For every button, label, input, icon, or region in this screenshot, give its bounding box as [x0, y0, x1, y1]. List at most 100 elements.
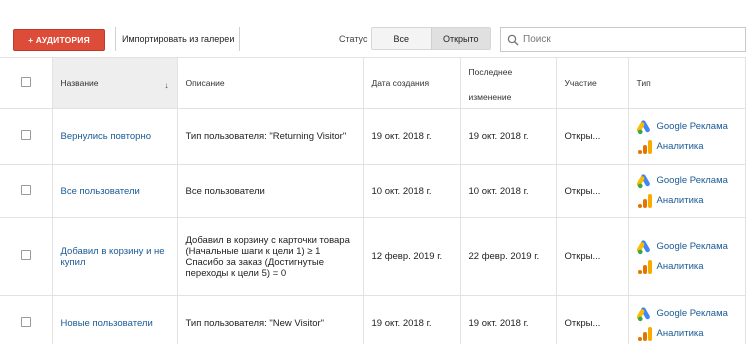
cell-modified: 19 окт. 2018 г.	[460, 108, 557, 165]
row-checkbox[interactable]	[20, 184, 31, 195]
modified-date: 22 февр. 2019 г.	[468, 251, 540, 262]
type-analytics[interactable]: Аналитика	[637, 193, 745, 209]
created-date: 10 окт. 2018 г.	[371, 185, 432, 197]
column-header-name[interactable]: Название ↓	[52, 57, 178, 109]
audience-name-link[interactable]: Добавил в корзину и не купил	[61, 246, 177, 268]
cell-description: Все пользователи	[177, 164, 364, 218]
type-list: Google Реклама Аналитика	[636, 239, 745, 275]
type-list: Google Реклама Аналитика	[636, 173, 745, 209]
analytics-icon	[637, 326, 652, 341]
audience-name-link[interactable]: Вернулись повторно	[61, 131, 177, 142]
sort-down-icon: ↓	[164, 81, 169, 90]
table-row: Вернулись повторно Тип пользователя: "Ret…	[0, 108, 746, 165]
select-all-checkbox[interactable]	[20, 77, 31, 87]
cell-description: Тип пользователя: "Returning Visitor"	[177, 108, 364, 165]
table-row: Новые пользователи Тип пользователя: "New…	[0, 295, 746, 344]
participation-status: Откры...	[564, 318, 601, 329]
cell-type: Google Реклама Аналитика	[628, 108, 746, 165]
cell-participation: Откры...	[556, 108, 629, 165]
audience-description: Тип пользователя: "Returning Visitor"	[185, 131, 347, 142]
type-google-ads[interactable]: Google Реклама	[636, 173, 745, 189]
cell-type: Google Реклама Аналитика	[628, 295, 746, 344]
analytics-icon	[637, 259, 652, 274]
type-google-ads[interactable]: Google Реклама	[636, 306, 745, 322]
row-select-cell	[0, 164, 53, 218]
row-select-cell	[0, 108, 53, 165]
modified-date: 19 окт. 2018 г.	[468, 131, 529, 142]
row-checkbox[interactable]	[20, 317, 31, 327]
type-google-ads[interactable]: Google Реклама	[636, 239, 745, 255]
cell-modified: 10 окт. 2018 г.	[460, 164, 557, 218]
audience-description: Все пользователи	[185, 185, 265, 197]
type-analytics[interactable]: Аналитика	[637, 326, 745, 342]
cell-created: 12 февр. 2019 г.	[363, 217, 461, 296]
type-list: Google Реклама Аналитика	[636, 306, 745, 342]
toolbar-divider	[115, 27, 116, 51]
cell-modified: 19 окт. 2018 г.	[460, 295, 557, 344]
created-date: 19 окт. 2018 г.	[371, 131, 432, 142]
modified-date: 10 окт. 2018 г.	[468, 185, 529, 197]
cell-description: Тип пользователя: "New Visitor"	[177, 295, 364, 344]
table-row: Добавил в корзину и не купил Добавил в ко…	[0, 217, 746, 296]
type-google-ads[interactable]: Google Реклама	[636, 119, 745, 135]
google-ads-icon	[636, 174, 650, 189]
toolbar-divider	[239, 27, 240, 51]
status-option-open[interactable]: Открыто	[430, 28, 490, 49]
select-all-cell	[0, 57, 53, 109]
type-list: Google Реклама Аналитика	[636, 119, 745, 155]
participation-status: Откры...	[564, 251, 601, 262]
google-ads-icon	[636, 306, 650, 321]
audience-name-link[interactable]: Все пользователи	[61, 186, 177, 197]
column-header-created-label: Дата создания	[371, 78, 430, 88]
type-label-analytics: Аналитика	[656, 327, 704, 339]
type-label-ads: Google Реклама	[656, 120, 728, 132]
audience-name-link[interactable]: Новые пользователи	[61, 318, 177, 329]
column-header-participation[interactable]: Участие	[556, 57, 629, 109]
search-icon	[507, 34, 519, 46]
column-header-type-label: Тип	[636, 78, 651, 88]
column-header-modified[interactable]: Последнее изменение	[460, 57, 557, 109]
table-row: Все пользователи Все пользователи 10 окт. …	[0, 164, 746, 218]
google-ads-icon	[636, 119, 650, 134]
cell-participation: Откры...	[556, 295, 629, 344]
row-select-cell	[0, 295, 53, 344]
cell-created: 19 окт. 2018 г.	[363, 295, 461, 344]
status-filter: Все Открыто	[371, 27, 491, 50]
search-box	[500, 27, 746, 52]
audience-description: Тип пользователя: "New Visitor"	[185, 318, 325, 329]
row-checkbox[interactable]	[20, 130, 31, 140]
column-header-created[interactable]: Дата создания	[363, 57, 461, 109]
add-audience-button[interactable]: + АУДИТОРИЯ	[13, 29, 105, 51]
participation-status: Откры...	[564, 131, 601, 142]
column-header-participation-label: Участие	[564, 78, 597, 88]
column-header-modified-line1: Последнее	[468, 67, 513, 77]
search-input[interactable]	[523, 31, 741, 48]
status-option-all[interactable]: Все	[372, 28, 431, 49]
column-header-description[interactable]: Описание	[177, 57, 364, 109]
audience-description: Добавил в корзину с карточки товара (Нач…	[185, 234, 350, 279]
cell-participation: Откры...	[556, 217, 629, 296]
cell-type: Google Реклама Аналитика	[628, 217, 746, 296]
cell-name: Добавил в корзину и не купил	[52, 217, 178, 296]
cell-type: Google Реклама Аналитика	[628, 164, 746, 218]
import-from-gallery-link[interactable]: Импортировать из галереи	[122, 34, 234, 44]
type-analytics[interactable]: Аналитика	[637, 139, 745, 155]
table-header-row: Название ↓ Описание Дата создания Послед…	[0, 57, 746, 109]
type-label-ads: Google Реклама	[656, 307, 728, 319]
toolbar: + АУДИТОРИЯ Импортировать из галереи Ста…	[0, 0, 751, 57]
column-header-type[interactable]: Тип	[628, 57, 746, 109]
type-analytics[interactable]: Аналитика	[637, 259, 745, 275]
google-ads-icon	[636, 239, 650, 254]
modified-date: 19 окт. 2018 г.	[468, 318, 529, 329]
status-label: Статус	[339, 34, 368, 44]
cell-participation: Откры...	[556, 164, 629, 218]
type-label-ads: Google Реклама	[656, 240, 728, 252]
type-label-analytics: Аналитика	[656, 140, 704, 152]
row-checkbox[interactable]	[20, 250, 31, 260]
cell-name: Новые пользователи	[52, 295, 178, 344]
cell-created: 10 окт. 2018 г.	[363, 164, 461, 218]
type-label-analytics: Аналитика	[656, 195, 704, 206]
created-date: 12 февр. 2019 г.	[371, 251, 443, 262]
column-header-modified-line2: изменение	[468, 92, 512, 102]
cell-name: Вернулись повторно	[52, 108, 178, 165]
